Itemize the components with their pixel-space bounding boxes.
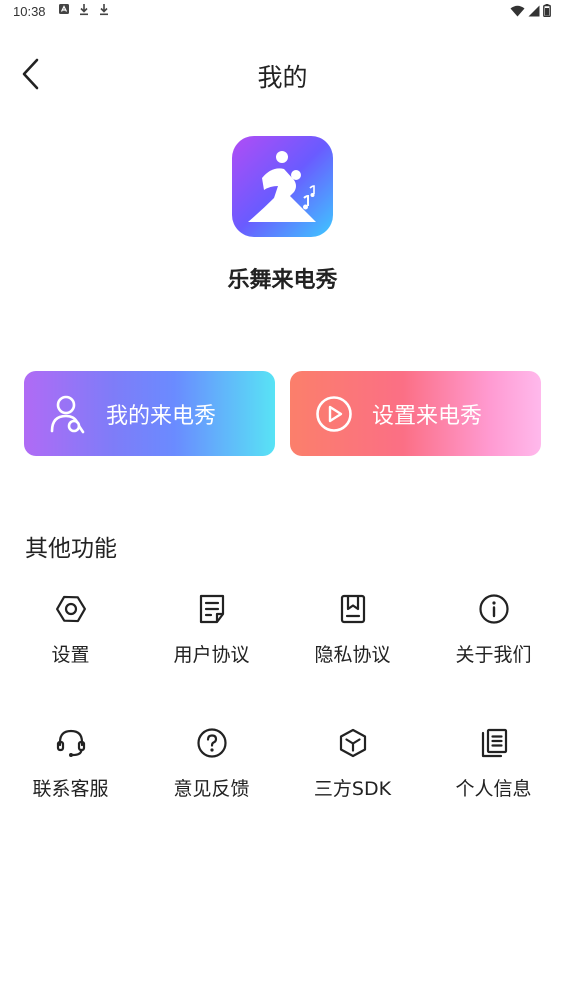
feature-about-us[interactable]: 关于我们 xyxy=(423,592,564,667)
feature-personal-info[interactable]: 个人信息 xyxy=(423,726,564,801)
wifi-icon xyxy=(510,5,525,16)
my-ringtone-button[interactable]: 我的来电秀 xyxy=(24,371,275,456)
bookmark-book-icon xyxy=(336,592,370,626)
notification-app-icon xyxy=(59,4,69,14)
battery-icon xyxy=(543,4,551,17)
page-title: 我的 xyxy=(257,63,308,92)
feature-label: 联系客服 xyxy=(32,778,109,800)
document-edit-icon xyxy=(195,592,229,626)
play-circle-icon xyxy=(314,394,354,434)
copy-document-icon xyxy=(477,726,511,760)
info-icon xyxy=(477,592,511,626)
status-system-icons xyxy=(510,4,551,17)
headset-icon xyxy=(54,726,88,760)
download-icon xyxy=(80,4,88,16)
my-ringtone-label: 我的来电秀 xyxy=(106,403,217,429)
user-icon xyxy=(48,394,88,434)
status-bar: 10:38 xyxy=(0,0,565,24)
feature-settings[interactable]: 设置 xyxy=(0,592,141,667)
feature-label: 用户协议 xyxy=(173,644,250,666)
cube-icon xyxy=(336,726,370,760)
feature-privacy-agreement[interactable]: 隐私协议 xyxy=(282,592,423,667)
feature-user-agreement[interactable]: 用户协议 xyxy=(141,592,282,667)
feature-label: 隐私协议 xyxy=(314,644,391,666)
feature-label: 关于我们 xyxy=(455,644,532,666)
feature-label: 三方SDK xyxy=(313,778,392,800)
status-time: 10:38 xyxy=(13,4,46,19)
feature-customer-service[interactable]: 联系客服 xyxy=(0,726,141,801)
app-name: 乐舞来电秀 xyxy=(227,268,338,293)
hexagon-settings-icon xyxy=(54,592,88,626)
question-icon xyxy=(195,726,229,760)
feature-label: 意见反馈 xyxy=(173,778,250,800)
dancer-logo-icon xyxy=(248,151,316,222)
download-icon xyxy=(100,4,108,16)
set-ringtone-label: 设置来电秀 xyxy=(372,403,483,429)
app-header: 我的 xyxy=(0,44,565,104)
section-title: 其他功能 xyxy=(25,536,117,562)
feature-third-party-sdk[interactable]: 三方SDK xyxy=(282,726,423,801)
status-notifications xyxy=(58,3,110,16)
signal-icon xyxy=(528,5,540,16)
feature-label: 个人信息 xyxy=(455,778,532,800)
feature-feedback[interactable]: 意见反馈 xyxy=(141,726,282,801)
set-ringtone-button[interactable]: 设置来电秀 xyxy=(290,371,541,456)
feature-label: 设置 xyxy=(51,644,90,666)
app-logo xyxy=(232,136,333,237)
